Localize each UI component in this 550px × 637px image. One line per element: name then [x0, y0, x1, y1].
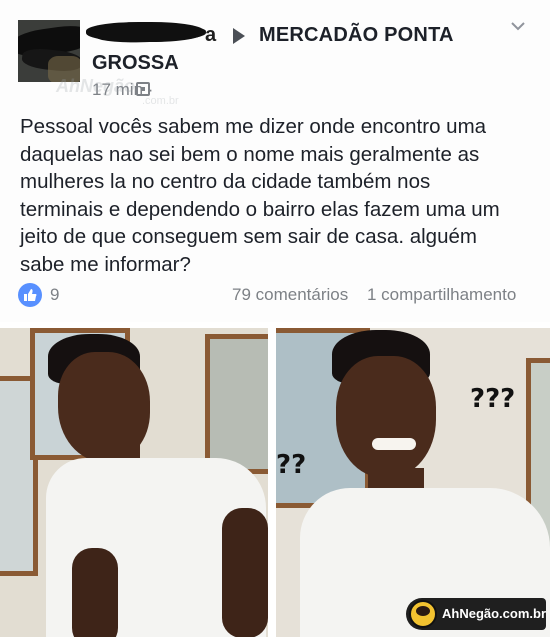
site-credit-badge: AhNegão.com.br — [406, 598, 546, 630]
post-text-line: daquelas nao sei bem o nome mais geralme… — [20, 142, 480, 166]
author-name-tail[interactable]: a — [205, 24, 216, 47]
ahnegao-logo-icon — [409, 600, 437, 628]
censored-author-name — [86, 20, 210, 44]
share-count[interactable]: 1 compartilhamento — [367, 285, 516, 305]
like-count[interactable]: 9 — [50, 285, 59, 305]
question-marks-top: ??? — [470, 384, 516, 414]
meme-image: ??? ?? — [0, 322, 550, 637]
facebook-post: a MERCADÃO PONTA GROSSA 17 min · AhNegão… — [0, 0, 550, 322]
credit-text: AhNegão.com.br — [442, 606, 547, 621]
post-text-line: mulheres la no centro da cidade também n… — [20, 170, 431, 193]
meme-panel-right: ??? ?? — [276, 328, 550, 637]
post-text-line: sabe me informar? — [20, 252, 191, 276]
caret-right-icon — [233, 28, 245, 44]
post-text-line: terminais e dependendo o bairro elas faz… — [20, 197, 500, 221]
group-name[interactable]: MERCADÃO PONTA — [259, 24, 454, 47]
question-marks-side: ?? — [276, 450, 307, 480]
meme-panel-left — [0, 328, 268, 637]
chevron-down-icon[interactable] — [510, 18, 526, 34]
comment-count[interactable]: 79 comentários — [232, 285, 348, 305]
post-body-text: Pessoal vocês sabem me dizer onde encont… — [20, 113, 530, 278]
post-text-line: jeito de que conseguem sem sair de casa.… — [20, 225, 477, 248]
post-text-line: Pessoal vocês sabem me dizer onde encont… — [20, 115, 487, 138]
thumbs-up-icon[interactable] — [18, 283, 42, 307]
watermark: AhNegão .com.br — [56, 76, 179, 107]
